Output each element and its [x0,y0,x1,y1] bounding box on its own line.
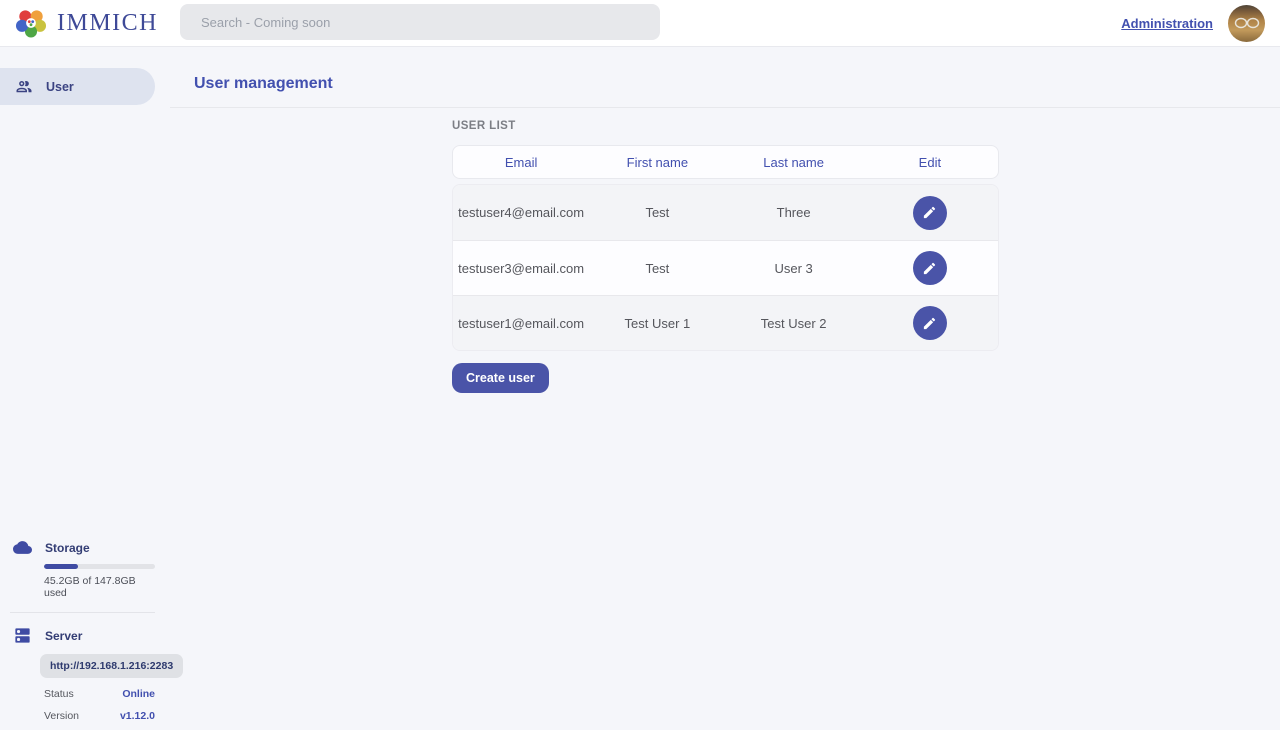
user-first-name: Test [589,205,725,220]
user-list-label: USER LIST [452,120,999,132]
storage-title: Storage [45,541,90,555]
sidebar-status-panel: Storage 45.2GB of 147.8GB used Server ht… [0,538,155,722]
storage-progress-fill [44,564,78,569]
administration-link[interactable]: Administration [1121,16,1213,31]
table-row: testuser3@email.com Test User 3 [453,240,998,295]
storage-usage-text: 45.2GB of 147.8GB used [44,575,155,599]
user-email: testuser4@email.com [453,205,589,220]
server-status-label: Status [44,688,74,700]
create-user-button[interactable]: Create user [452,363,549,393]
column-header-email: Email [453,155,589,170]
cloud-icon [13,538,32,557]
sidebar: User Storage 45.2GB of 147.8GB used [0,47,170,730]
top-bar: IMMICH Administration [0,0,1280,47]
users-icon [15,78,33,96]
main-panel: User management USER LIST Email First na… [170,47,1280,730]
user-table-body: testuser4@email.com Test Three testuser3… [452,184,999,351]
user-email: testuser1@email.com [453,316,589,331]
immich-flower-icon [14,6,48,40]
table-row: testuser1@email.com Test User 1 Test Use… [453,295,998,350]
server-url-chip: http://192.168.1.216:2283 [40,654,183,678]
app-title: IMMICH [57,10,158,37]
sidebar-item-user[interactable]: User [0,68,155,105]
sidebar-divider [10,612,155,613]
search-input[interactable] [180,4,660,40]
page-title: User management [170,47,1280,93]
glasses-icon [1234,16,1260,30]
server-version-value: v1.12.0 [120,710,155,722]
edit-user-button[interactable] [913,251,947,285]
column-header-edit: Edit [862,155,998,170]
user-email: testuser3@email.com [453,261,589,276]
server-status-value: Online [122,688,155,700]
server-version-label: Version [44,710,79,722]
server-title: Server [45,629,82,643]
column-header-last-name: Last name [726,155,862,170]
user-first-name: Test User 1 [589,316,725,331]
column-header-first-name: First name [589,155,725,170]
edit-user-button[interactable] [913,196,947,230]
pencil-icon [922,316,937,331]
user-last-name: User 3 [726,261,862,276]
user-last-name: Three [726,205,862,220]
user-avatar[interactable] [1228,5,1265,42]
title-divider [170,107,1280,108]
user-first-name: Test [589,261,725,276]
edit-user-button[interactable] [913,306,947,340]
user-last-name: Test User 2 [726,316,862,331]
server-icon [13,626,32,645]
pencil-icon [922,205,937,220]
app-logo: IMMICH [0,6,158,40]
storage-progress-bar [44,564,155,569]
pencil-icon [922,261,937,276]
sidebar-item-label: User [46,80,74,94]
user-table-header: Email First name Last name Edit [452,145,999,179]
table-row: testuser4@email.com Test Three [453,185,998,240]
